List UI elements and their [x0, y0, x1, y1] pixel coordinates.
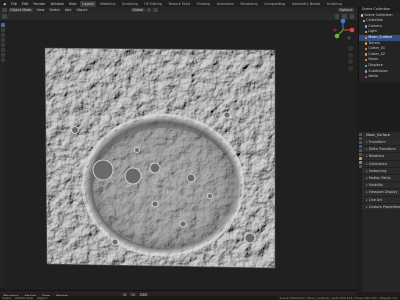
properties-panel: Moon_Surface TransformDelta TransformRel… [358, 132, 400, 292]
select-tool-icon[interactable] [0, 23, 5, 27]
cursor-tool-icon[interactable] [0, 28, 5, 32]
tab-uv-editing[interactable]: UV Editing [142, 1, 164, 7]
outliner-list: Scene Collection Collection Camera Light Moo… [359, 13, 400, 80]
pan-hand-icon[interactable] [348, 52, 353, 58]
object-type-icon [365, 64, 368, 67]
snap-icon[interactable] [146, 7, 152, 13]
tab-layout[interactable]: Layout [80, 0, 96, 7]
outliner-panel: Scene Collection Scene Collection Collect… [358, 7, 400, 82]
tab-rendering[interactable]: Rendering [238, 1, 260, 7]
navigation-gizmo[interactable] [331, 18, 355, 42]
status-stats: Scene Collection | Moon_Surface | Verts … [279, 296, 397, 300]
tab-compositing[interactable]: Compositing [262, 1, 288, 7]
menu-object[interactable]: Object [75, 8, 89, 12]
property-section[interactable]: Transform [359, 139, 400, 147]
editor-type-icon[interactable] [2, 7, 7, 13]
world-tab-icon[interactable] [358, 153, 362, 156]
object-type-icon [365, 58, 368, 62]
property-section[interactable]: Relations [359, 153, 400, 161]
transform-orientation-dropdown[interactable]: Global [131, 7, 145, 13]
object-type-icon [365, 36, 368, 39]
material-tab-icon[interactable] [358, 165, 362, 168]
object-type-icon [365, 47, 368, 51]
object-type-icon [361, 14, 364, 17]
menu-select[interactable]: Select [48, 8, 61, 12]
menu-edit[interactable]: Edit [20, 2, 30, 6]
object-tab-icon[interactable] [358, 157, 362, 160]
moon-terrain-mesh[interactable] [5, 20, 357, 290]
property-section[interactable]: Viewport Display [359, 189, 400, 197]
object-name-field[interactable]: Moon_Surface [359, 132, 400, 139]
properties-tabs [358, 132, 362, 292]
rotate-tool-icon[interactable] [0, 38, 5, 42]
measure-tool-icon[interactable] [0, 58, 5, 62]
viewport-tool-header [0, 13, 357, 20]
scene-tab-icon[interactable] [358, 149, 362, 152]
tab-geometry-nodes[interactable]: Geometry Nodes [290, 1, 323, 7]
object-type-icon [365, 70, 368, 73]
move-tool-icon[interactable] [0, 33, 5, 37]
zoom-icon[interactable] [348, 46, 353, 51]
tab-animation[interactable]: Animation [215, 1, 237, 7]
render-tab-icon[interactable] [358, 137, 362, 140]
blender-logo-icon[interactable]: ◆ [2, 2, 8, 6]
object-type-icon [365, 30, 368, 34]
viewport-nav-buttons [348, 46, 354, 72]
menu-help[interactable]: Help [67, 2, 78, 6]
view-layer-tab-icon[interactable] [358, 145, 362, 148]
tab-shading[interactable]: Shading [194, 1, 212, 7]
tab-scripting[interactable]: Scripting [325, 1, 344, 7]
tool-tab-icon[interactable] [358, 133, 362, 136]
status-bar: Select Rotate View Object Scene Collecti… [0, 296, 400, 300]
camera-view-icon[interactable] [348, 59, 353, 64]
property-section[interactable]: Motion Paths [359, 174, 400, 183]
options-dropdown[interactable]: Options [337, 7, 354, 13]
property-section[interactable]: Line Art [359, 196, 400, 204]
object-type-icon [365, 53, 368, 56]
modifier-tab-icon[interactable] [358, 161, 362, 164]
3d-viewport[interactable] [5, 20, 357, 290]
menu-add[interactable]: Add [63, 8, 73, 12]
outliner-item[interactable]: World [359, 74, 400, 80]
status-select: Select [2, 296, 12, 300]
status-rotate: Rotate View [15, 296, 34, 300]
top-menu-bar: ◆ File Edit Render Window Help Layout Mo… [0, 0, 400, 7]
tab-sculpting[interactable]: Sculpting [120, 1, 140, 7]
menu-render[interactable]: Render [32, 2, 47, 6]
transform-tool-icon[interactable] [0, 48, 5, 52]
object-type-icon [363, 19, 366, 23]
property-section[interactable]: Delta Transform [359, 146, 400, 154]
object-type-icon [365, 75, 368, 79]
status-object: Object [37, 296, 47, 300]
scale-tool-icon[interactable] [0, 43, 5, 47]
property-section[interactable]: Collections [359, 160, 400, 168]
outliner-item-label: World [368, 74, 379, 79]
select-box-icon[interactable] [2, 14, 7, 19]
proportional-edit-icon[interactable] [153, 7, 158, 13]
property-section[interactable]: Custom Properties [359, 203, 400, 211]
properties-sections: TransformDelta TransformRelationsCollect… [359, 139, 400, 211]
annotate-tool-icon[interactable] [0, 53, 5, 57]
menu-file[interactable]: File [10, 2, 19, 6]
menu-view[interactable]: View [35, 8, 46, 12]
tab-texture-paint[interactable]: Texture Paint [166, 1, 192, 7]
mode-dropdown[interactable]: Object Mode [8, 7, 33, 13]
tab-modeling[interactable]: Modeling [98, 1, 118, 7]
property-section[interactable]: Visibility [359, 182, 400, 190]
grid-perspective-icon[interactable] [348, 65, 353, 71]
object-type-icon [365, 25, 368, 28]
property-section[interactable]: Instancing [359, 167, 400, 175]
menu-window[interactable]: Window [49, 2, 65, 6]
output-tab-icon[interactable] [358, 141, 362, 144]
